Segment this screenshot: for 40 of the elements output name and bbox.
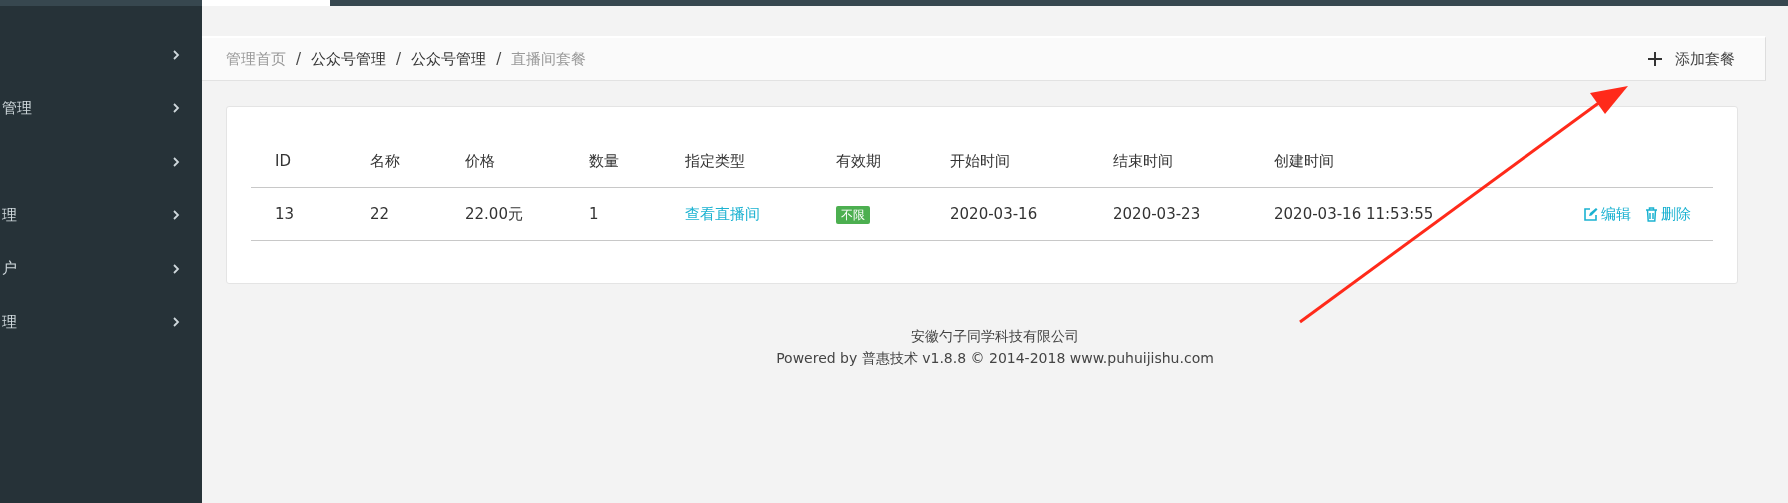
column-header: 有效期: [812, 135, 926, 188]
footer-powered-by: Powered by 普惠技术 v1.8.8 © 2014-2018 www.puhuijishu.com: [776, 350, 1214, 368]
breadcrumb-item: 管理首页: [226, 49, 286, 69]
table-cell: 22.00元: [441, 187, 565, 241]
column-header: 数量: [565, 135, 661, 188]
column-header: 价格: [441, 135, 565, 188]
column-header: 指定类型: [661, 135, 812, 188]
column-header: 开始时间: [926, 135, 1089, 188]
column-header: 名称: [346, 135, 441, 188]
breadcrumb-item[interactable]: 公众号管理: [311, 49, 387, 69]
breadcrumb-separator: /: [496, 50, 502, 68]
table-cell: 2020-03-16: [926, 187, 1089, 241]
breadcrumb-item[interactable]: 公众号管理: [411, 49, 487, 69]
sidebar-item-label[interactable]: 户: [2, 259, 17, 279]
sidebar-item-label[interactable]: 管理: [2, 98, 32, 118]
table-cell: 2020-03-16 11:53:55: [1250, 187, 1450, 241]
chevron-right-icon: [172, 102, 180, 115]
footer-company-name: 安徽勺子同学科技有限公司: [911, 328, 1079, 346]
edit-icon: [1583, 206, 1598, 222]
add-package-button[interactable]: 添加套餐: [1647, 49, 1735, 69]
column-header: ID: [251, 135, 346, 188]
breadcrumb-separator: /: [296, 50, 302, 68]
column-header: 创建时间: [1250, 135, 1450, 188]
sidebar-item-label[interactable]: 理: [2, 205, 17, 225]
table-cell: 1: [565, 187, 661, 241]
chevron-right-icon: [172, 262, 180, 275]
table-cell: 13: [251, 187, 346, 241]
plus-icon: [1647, 51, 1663, 67]
chevron-right-icon: [172, 209, 180, 222]
table-cell: 22: [346, 187, 441, 241]
column-header: 结束时间: [1089, 135, 1250, 188]
trash-icon: [1645, 206, 1658, 222]
breadcrumb-item: 直播间套餐: [511, 49, 587, 69]
chevron-right-icon: [172, 155, 180, 168]
validity-badge: 不限: [836, 205, 870, 224]
sidebar-item-label[interactable]: 理: [2, 312, 17, 332]
chevron-right-icon: [172, 48, 180, 61]
chevron-right-icon: [172, 316, 180, 329]
table-cell: 2020-03-23: [1089, 187, 1250, 241]
breadcrumb-separator: /: [396, 50, 402, 68]
